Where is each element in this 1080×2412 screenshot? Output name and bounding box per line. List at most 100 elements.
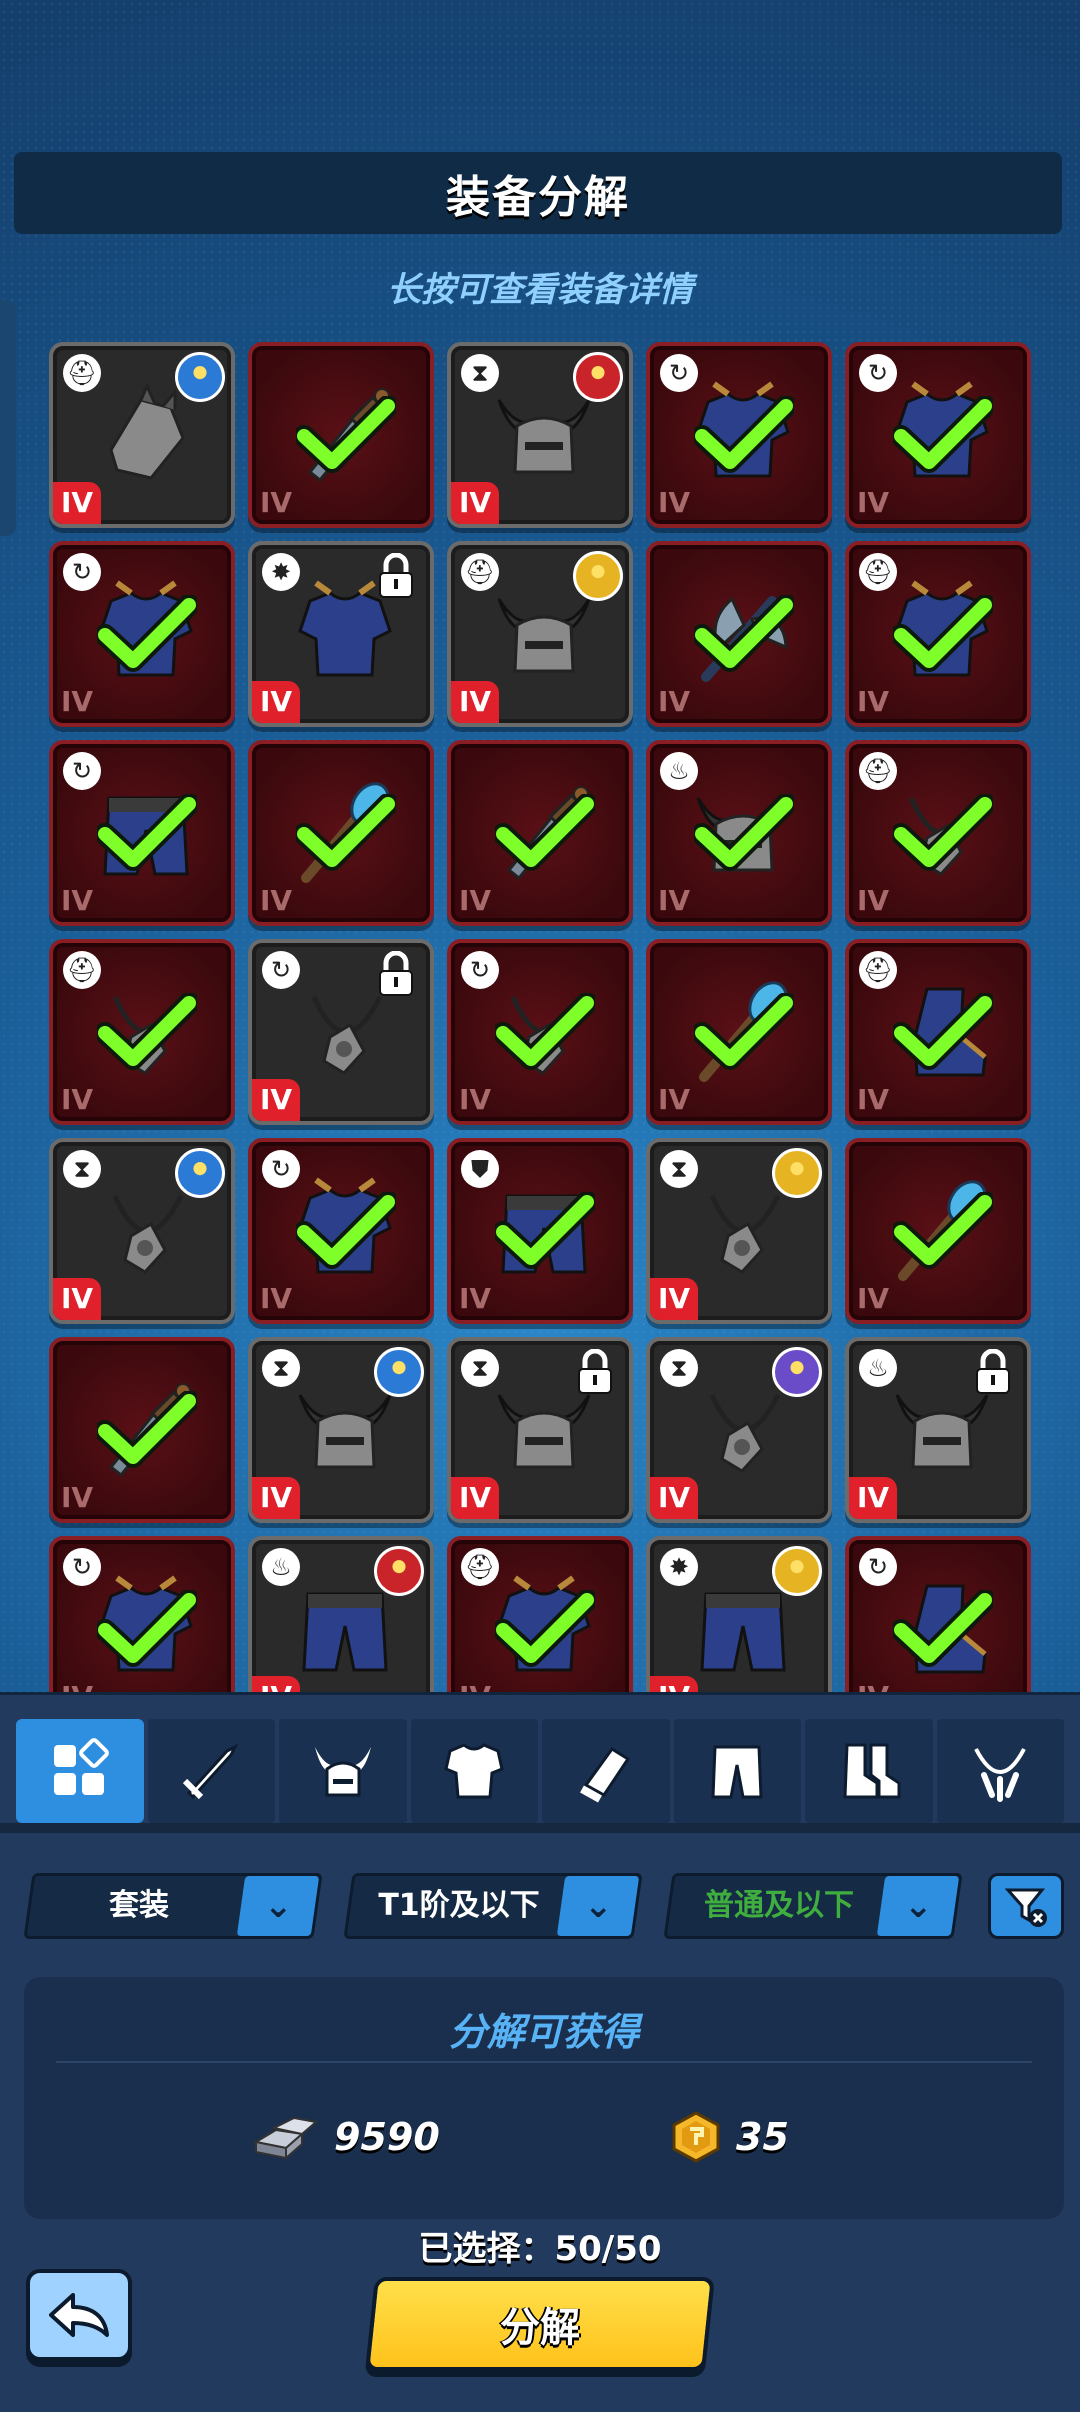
set-flame-icon: ♨ (660, 752, 698, 790)
set-cycle-icon: ↻ (859, 1548, 897, 1586)
tab-chest[interactable] (410, 1719, 538, 1823)
set-filter-label: 套装 (109, 1888, 169, 1923)
gold-yield-value: 35 (736, 2115, 789, 2159)
equipment-slot[interactable]: ⛊ IV (447, 1138, 633, 1324)
equipment-slot[interactable]: ↻ IV (248, 1138, 434, 1324)
tier-badge: IV (451, 681, 499, 723)
tier-badge: IV (60, 685, 94, 718)
equipment-grid-scroll[interactable]: ⛑ IV IV ⧗ IV ↻ IV ↻ IV ↻ IV ✸ IV ⛑ IV IV ⛑ IV ↻ IV IV IV ♨ IV ⛑ I… (0, 338, 1080, 1692)
equipment-slot[interactable]: ✸ IV (646, 1536, 832, 1692)
set-hourglass-icon: ⧗ (461, 354, 499, 392)
tier-badge: IV (252, 1079, 300, 1121)
check-icon (97, 993, 197, 1070)
set-cycle-icon: ↻ (262, 1150, 300, 1188)
equipment-slot[interactable]: ⧗ IV (49, 1138, 235, 1324)
equipment-slot[interactable]: ↻ IV (845, 342, 1031, 528)
pants-icon (711, 1745, 763, 1799)
tab-sword[interactable] (147, 1719, 275, 1823)
equipment-slot[interactable]: ⛑ IV (49, 342, 235, 528)
check-icon (893, 1590, 993, 1667)
equipment-slot[interactable]: IV (49, 1337, 235, 1523)
set-filter-chevron[interactable]: ⌄ (236, 1876, 320, 1936)
tier-badge: IV (657, 486, 691, 519)
check-icon (97, 794, 197, 871)
tier-badge: IV (458, 1282, 492, 1315)
check-icon (893, 1192, 993, 1269)
equipment-slot[interactable]: ⧗ IV (248, 1337, 434, 1523)
tab-amulet[interactable] (936, 1719, 1064, 1823)
yield-title: 分解可获得 (448, 2010, 639, 2054)
lock-icon[interactable] (376, 553, 416, 599)
tier-badge: IV (856, 1083, 890, 1116)
tier-badge: IV (252, 1676, 300, 1692)
equipment-slot[interactable]: ↻ IV (49, 541, 235, 727)
tab-grid-all[interactable] (16, 1719, 144, 1823)
equipment-slot[interactable]: ⛑ IV (845, 541, 1031, 727)
equipment-slot[interactable]: IV (248, 740, 434, 926)
tier-badge: IV (53, 1676, 101, 1692)
set-cycle-icon: ↻ (63, 553, 101, 591)
equipment-slot[interactable]: ⧗ IV (447, 342, 633, 528)
equipment-slot[interactable]: ⧗ IV (646, 1138, 832, 1324)
tier-filter-dropdown[interactable]: T1阶及以下 ⌄ (343, 1873, 643, 1939)
lock-icon[interactable] (973, 1349, 1013, 1395)
tab-boots[interactable] (805, 1719, 933, 1823)
rarity-filter-dropdown[interactable]: 普通及以下 ⌄ (663, 1873, 963, 1939)
equipment-slot[interactable]: ♨ IV (248, 1536, 434, 1692)
set-hourglass-icon: ⧗ (660, 1349, 698, 1387)
lock-icon[interactable] (575, 1349, 615, 1395)
back-arrow-icon (49, 2293, 109, 2337)
equipment-slot[interactable]: ♨ IV (646, 740, 832, 926)
tier-badge: IV (650, 1676, 698, 1692)
tier-filter-chevron[interactable]: ⌄ (556, 1876, 640, 1936)
equipment-slot[interactable]: IV (646, 939, 832, 1125)
equipment-slot[interactable]: IV (845, 1138, 1031, 1324)
equipment-slot[interactable]: ⛑ IV (447, 541, 633, 727)
set-helmet-mark-icon: ⛑ (461, 553, 499, 591)
blue-hero-portrait (175, 1148, 225, 1198)
equipment-slot[interactable]: IV (248, 342, 434, 528)
equipment-slot[interactable]: ⛑ IV (845, 939, 1031, 1125)
equipment-slot[interactable]: ♨ IV (845, 1337, 1031, 1523)
red-hero-portrait (374, 1546, 424, 1596)
check-icon (694, 595, 794, 672)
equipment-slot[interactable]: ↻ IV (248, 939, 434, 1125)
equipment-slot[interactable]: ⛑ IV (447, 1536, 633, 1692)
tier-badge: IV (657, 1083, 691, 1116)
tier-badge: IV (451, 482, 499, 524)
gold-yield: 35 (668, 2107, 789, 2167)
rarity-filter-chevron[interactable]: ⌄ (876, 1876, 960, 1936)
iron-yield: 9590 (250, 2107, 440, 2167)
check-icon (694, 993, 794, 1070)
set-filter-dropdown[interactable]: 套装 ⌄ (23, 1873, 323, 1939)
back-button[interactable] (26, 2269, 132, 2361)
check-icon (97, 595, 197, 672)
equipment-slot[interactable]: IV (646, 541, 832, 727)
equipment-slot[interactable]: ⛑ IV (845, 740, 1031, 926)
category-tabs (16, 1719, 1064, 1823)
selection-counter: 已选择：50/50 (418, 2229, 662, 2269)
clear-filter-button[interactable] (988, 1873, 1064, 1939)
set-hourglass-icon: ⧗ (63, 1150, 101, 1188)
set-cycle-icon: ↻ (660, 354, 698, 392)
tier-badge: IV (60, 1083, 94, 1116)
equipment-slot[interactable]: ⧗ IV (447, 1337, 633, 1523)
equipment-slot[interactable]: ⧗ IV (646, 1337, 832, 1523)
equipment-slot[interactable]: ↻ IV (447, 939, 633, 1125)
tab-pants[interactable] (673, 1719, 801, 1823)
equipment-slot[interactable]: ⛑ IV (49, 939, 235, 1125)
equipment-slot[interactable]: ↻ IV (845, 1536, 1031, 1692)
filter-row: 套装 ⌄ T1阶及以下 ⌄ 普通及以下 ⌄ (23, 1873, 1064, 1943)
equipment-slot[interactable]: ↻ IV (646, 342, 832, 528)
equipment-slot[interactable]: ✸ IV (248, 541, 434, 727)
tab-helmet[interactable] (279, 1719, 407, 1823)
equipment-slot[interactable]: ↻ IV (49, 1536, 235, 1692)
equipment-slot[interactable]: ↻ IV (49, 740, 235, 926)
set-cycle-icon: ↻ (859, 354, 897, 392)
tab-bracer[interactable] (542, 1719, 670, 1823)
gold-hero-portrait (772, 1148, 822, 1198)
decompose-button[interactable]: 分解 (365, 2277, 715, 2371)
tier-badge: IV (252, 681, 300, 723)
equipment-slot[interactable]: IV (447, 740, 633, 926)
lock-icon[interactable] (376, 951, 416, 997)
